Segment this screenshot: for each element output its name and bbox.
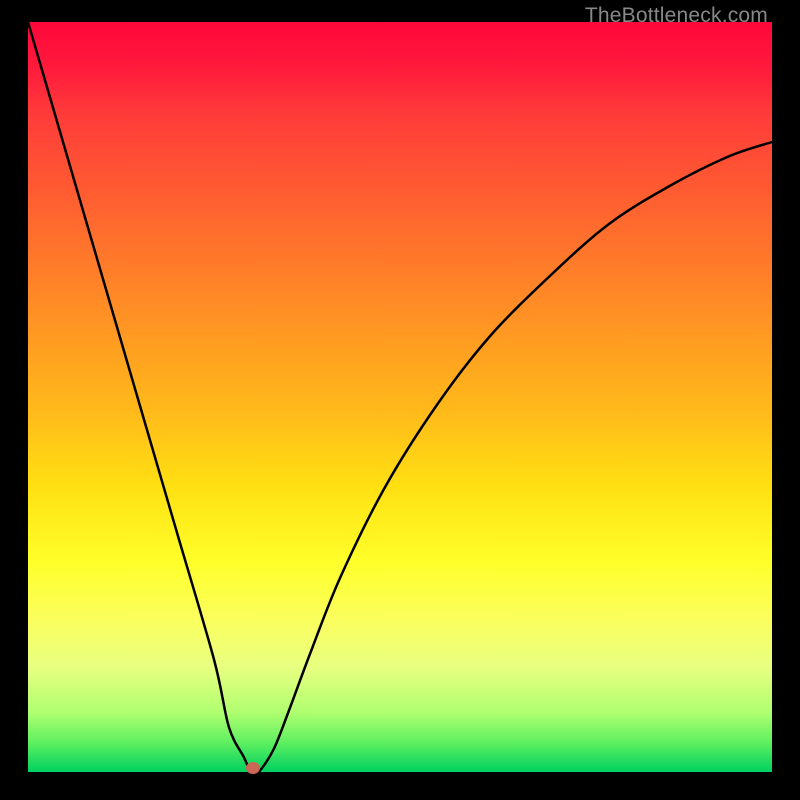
minimum-marker [246,762,260,774]
bottleneck-curve [28,22,772,772]
plot-area [28,22,772,772]
chart-container: TheBottleneck.com [0,0,800,800]
